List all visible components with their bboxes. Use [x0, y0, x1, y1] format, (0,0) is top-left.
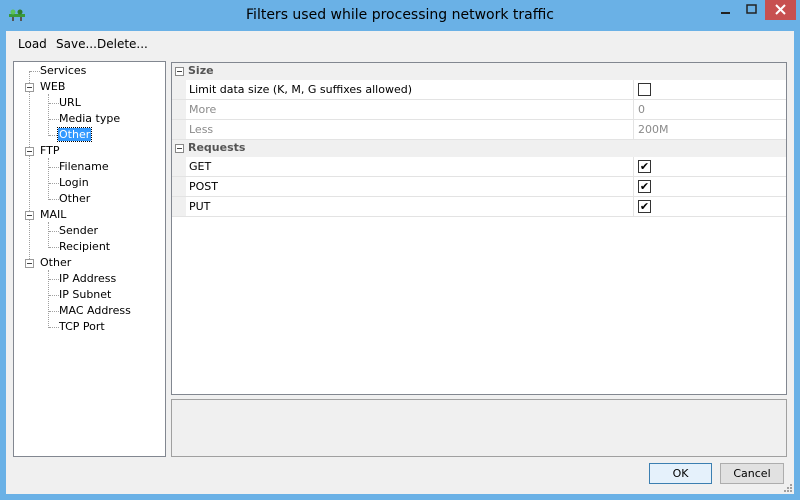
row-gutter [172, 120, 186, 139]
property-name: Limit data size (K, M, G suffixes allowe… [189, 83, 412, 96]
expand-toggle-web[interactable] [25, 83, 34, 92]
property-row-put: PUT ✔ [172, 197, 786, 217]
tree-connector [48, 158, 49, 200]
category-label: Size [188, 64, 214, 77]
menu-bar: Load Save... Delete... [6, 31, 794, 56]
tree-connector [49, 295, 59, 296]
tree-item-mac-address[interactable]: MAC Address [59, 304, 131, 317]
tree-item-other[interactable]: Other [40, 256, 71, 269]
property-grid: Size Limit data size (K, M, G suffixes a… [171, 62, 787, 395]
expand-toggle-mail[interactable] [25, 211, 34, 220]
tree-item-web[interactable]: WEB [40, 80, 65, 93]
dialog-window: Filters used while processing network tr… [0, 0, 800, 500]
tree-connector [48, 222, 49, 248]
less-value-field[interactable]: 200M [638, 123, 669, 136]
tree-connector [49, 167, 59, 168]
column-separator [633, 100, 634, 119]
column-separator [633, 120, 634, 139]
tree-connector [49, 279, 59, 280]
tree-item-ip-address[interactable]: IP Address [59, 272, 116, 285]
expand-toggle-ftp[interactable] [25, 147, 34, 156]
tree-connector [48, 94, 49, 136]
column-separator [633, 177, 634, 196]
tree-item-url[interactable]: URL [59, 96, 81, 109]
tree-item-ip-subnet[interactable]: IP Subnet [59, 288, 111, 301]
property-name: PUT [189, 200, 211, 213]
tree-item-web-other[interactable]: Other [56, 127, 93, 142]
tree-connector [49, 119, 59, 120]
tree-connector [49, 103, 59, 104]
close-button[interactable] [765, 0, 796, 20]
tree-item-media-type[interactable]: Media type [59, 112, 120, 125]
tree-connector [49, 199, 59, 200]
row-gutter [172, 197, 186, 216]
more-value-field[interactable]: 0 [638, 103, 645, 116]
tree-item-filename[interactable]: Filename [59, 160, 109, 173]
maximize-icon [746, 4, 757, 14]
tree-connector [49, 231, 59, 232]
property-name: Less [189, 123, 214, 136]
row-gutter [172, 177, 186, 196]
title-bar[interactable]: Filters used while processing network tr… [0, 0, 800, 31]
property-row-get: GET ✔ [172, 157, 786, 177]
column-separator [633, 197, 634, 216]
minimize-button[interactable] [712, 0, 739, 20]
collapse-icon[interactable] [175, 67, 184, 76]
maximize-button[interactable] [738, 0, 765, 20]
expand-toggle-other[interactable] [25, 259, 34, 268]
cancel-button[interactable]: Cancel [720, 463, 784, 484]
menu-load[interactable]: Load [18, 37, 47, 51]
description-panel [171, 399, 787, 457]
window-title: Filters used while processing network tr… [246, 7, 554, 23]
column-separator [633, 157, 634, 176]
category-label: Requests [188, 141, 246, 154]
tree-item-mail[interactable]: MAIL [40, 208, 66, 221]
property-row-more: More 0 [172, 100, 786, 120]
property-row-less: Less 200M [172, 120, 786, 140]
menu-delete[interactable]: Delete... [97, 37, 148, 51]
dialog-client-area: Load Save... Delete... Services WEB URL … [6, 31, 794, 494]
tree-item-login[interactable]: Login [59, 176, 89, 189]
property-name: More [189, 103, 217, 116]
collapse-icon[interactable] [175, 144, 184, 153]
tree-connector [49, 311, 59, 312]
category-size[interactable]: Size [172, 63, 786, 80]
row-gutter [172, 100, 186, 119]
tree-connector [49, 327, 59, 328]
tree-connector [30, 71, 40, 72]
tree-item-services[interactable]: Services [40, 64, 86, 77]
tree-connector [29, 71, 30, 263]
tree-item-ftp[interactable]: FTP [40, 144, 60, 157]
close-icon [775, 4, 786, 15]
row-gutter [172, 157, 186, 176]
tree-item-tcp-port[interactable]: TCP Port [59, 320, 105, 333]
tree-item-ftp-other[interactable]: Other [59, 192, 90, 205]
row-gutter [172, 80, 186, 99]
category-requests[interactable]: Requests [172, 140, 786, 157]
filter-tree[interactable]: Services WEB URL Media type Other FTP Fi… [13, 61, 166, 457]
minimize-icon [721, 12, 730, 14]
property-name: POST [189, 180, 218, 193]
resize-grip-icon[interactable] [783, 483, 793, 493]
property-row-post: POST ✔ [172, 177, 786, 197]
property-row-limit: Limit data size (K, M, G suffixes allowe… [172, 80, 786, 100]
post-checkbox[interactable]: ✔ [638, 180, 651, 193]
put-checkbox[interactable]: ✔ [638, 200, 651, 213]
property-name: GET [189, 160, 212, 173]
ok-button[interactable]: OK [649, 463, 712, 484]
tree-item-recipient[interactable]: Recipient [59, 240, 110, 253]
menu-save[interactable]: Save... [56, 37, 97, 51]
column-separator [633, 80, 634, 99]
get-checkbox[interactable]: ✔ [638, 160, 651, 173]
tree-item-sender[interactable]: Sender [59, 224, 98, 237]
tree-connector [49, 247, 59, 248]
limit-size-checkbox[interactable] [638, 83, 651, 96]
tree-connector [49, 183, 59, 184]
